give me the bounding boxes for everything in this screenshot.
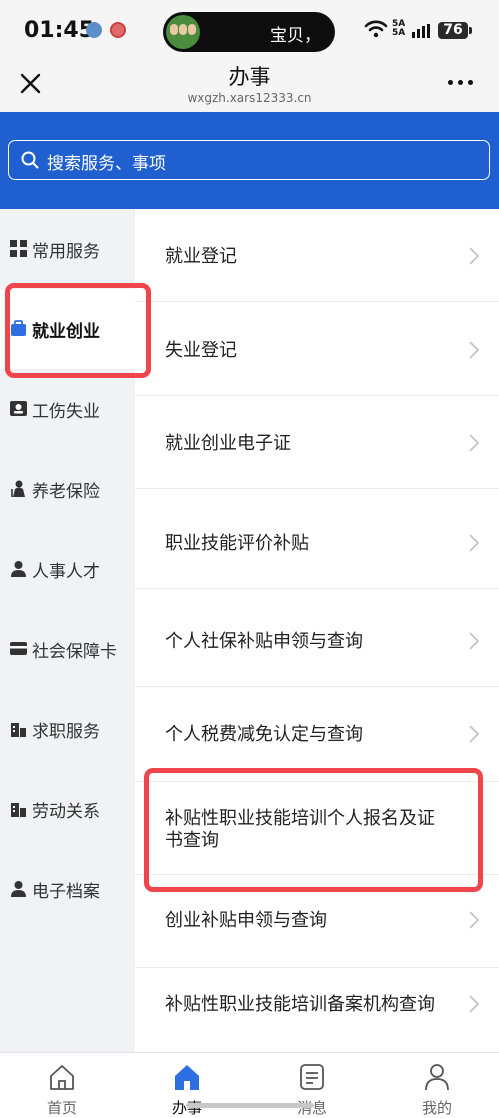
elder-person-icon [11,480,25,497]
chevron-right-icon [469,911,480,929]
chevron-right-icon [469,434,480,452]
sidebar-item-label: 工伤失业 [32,402,100,422]
notification-text: 宝贝， [270,26,321,46]
sidebar-item-labor-relations[interactable]: 劳动关系 [0,769,135,849]
chevron-right-icon [469,725,480,743]
search-input[interactable]: 搜索服务、事项 [8,140,490,180]
service-label: 补贴性职业技能培训备案机构查询 [165,994,435,1015]
service-label: 补贴性职业技能培训个人报名及证书查询 [165,808,435,851]
chevron-right-icon [469,341,480,359]
status-bar: 01:45 宝贝， 5A 5A 76 [0,0,499,60]
sidebar-item-electronic-archive[interactable]: 电子档案 [0,849,135,929]
sidebar-item-label: 就业创业 [32,322,100,342]
person-icon [11,881,26,897]
title-bar: 办事 wxgzh.xars12333.cn [0,60,499,112]
tab-profile[interactable]: 我的 [375,1053,499,1117]
sidebar-item-pension[interactable]: 养老保险 [0,449,135,529]
list-item[interactable]: 职业技能评价补贴 [135,489,499,589]
sidebar-item-label: 养老保险 [32,482,100,502]
list-item[interactable]: 就业创业电子证 [135,396,499,489]
list-item[interactable]: 个人税费减免认定与查询 [135,687,499,782]
service-label: 职业技能评价补贴 [165,533,309,554]
message-icon [300,1064,324,1090]
service-label: 失业登记 [165,340,237,361]
sidebar-item-label: 电子档案 [32,882,100,902]
sidebar-item-injury-unemployment[interactable]: 工伤失业 [0,369,135,449]
list-item[interactable]: 失业登记 [135,302,499,396]
list-item[interactable]: 补贴性职业技能培训备案机构查询 [135,968,499,1052]
sidebar-item-common-services[interactable]: 常用服务 [0,209,135,289]
person-icon [11,561,26,577]
chevron-right-icon [469,995,480,1013]
search-placeholder: 搜索服务、事项 [47,154,166,174]
service-list: 就业登记 失业登记 就业创业电子证 职业技能评价补贴 个人社保补贴申领与查询 个… [135,209,499,1052]
list-item[interactable]: 个人社保补贴申领与查询 [135,589,499,687]
service-label: 个人社保补贴申领与查询 [165,631,363,652]
contact-avatar [166,15,200,49]
page-url: wxgzh.xars12333.cn [187,91,312,105]
sidebar-item-label: 常用服务 [32,242,100,262]
list-item[interactable]: 就业登记 [135,209,499,302]
sidebar-item-label: 人事人才 [32,562,100,582]
sidebar-item-label: 社会保障卡 [32,642,117,662]
sidebar-item-employment[interactable]: 就业创业 [0,289,135,369]
category-sidebar: 常用服务 就业创业 工伤失业 养老保险 人事人才 社会保障卡 求职服务 劳动关系… [0,209,135,1052]
dynamic-island-notification[interactable]: 宝贝， [163,12,335,52]
card-icon [10,642,27,655]
sidebar-item-social-security-card[interactable]: 社会保障卡 [0,609,135,689]
sidebar-item-job-services[interactable]: 求职服务 [0,689,135,769]
service-label: 创业补贴申领与查询 [165,910,327,931]
list-item[interactable]: 创业补贴申领与查询 [135,875,499,968]
service-label: 就业创业电子证 [165,433,291,454]
more-options-button[interactable] [446,76,476,88]
building-icon [11,723,26,737]
service-label: 就业登记 [165,246,237,267]
app-notification-icon [110,22,126,38]
battery-indicator: 76 [438,22,472,39]
grid-icon [10,240,27,257]
home-indicator [186,1103,314,1108]
service-label: 个人税费减免认定与查询 [165,724,363,745]
network-type-label: 5A 5A [392,19,406,38]
chevron-right-icon [469,247,480,265]
tab-home[interactable]: 首页 [0,1053,124,1117]
page-title: 办事 [228,65,271,89]
id-card-icon [10,401,27,416]
wifi-icon [364,20,388,38]
user-icon [425,1064,449,1091]
app-notification-icon [86,22,102,38]
house-outline-icon [50,1065,74,1090]
chevron-right-icon [469,632,480,650]
list-item[interactable]: 补贴性职业技能培训个人报名及证书查询 [135,782,499,875]
sidebar-item-label: 劳动关系 [32,802,100,822]
building-icon [11,803,26,817]
status-time: 01:45 [24,18,95,43]
sidebar-item-label: 求职服务 [32,722,100,742]
sidebar-item-personnel[interactable]: 人事人才 [0,529,135,609]
search-icon [21,151,39,169]
house-filled-icon [175,1065,199,1090]
search-band: 搜索服务、事项 [0,112,499,209]
briefcase-icon [11,320,26,336]
signal-bars-icon [412,24,430,38]
chevron-right-icon [469,534,480,552]
